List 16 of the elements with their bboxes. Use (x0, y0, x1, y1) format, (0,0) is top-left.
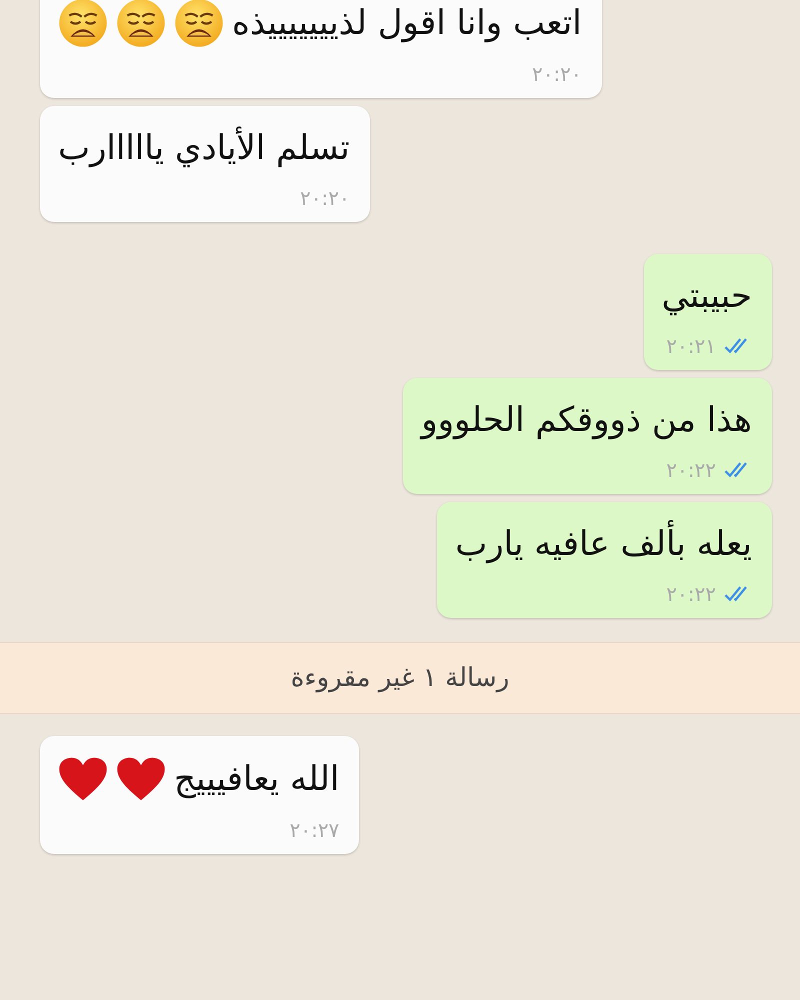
message-time: ٢٠:٢٠ (300, 186, 350, 210)
message-text: يعله بألف عافيه يارب (455, 520, 752, 568)
message-time: ٢٠:٢١ (666, 334, 716, 358)
weary-face-icon (174, 0, 224, 48)
message-text: الله يعافيييج (174, 758, 340, 801)
message-text: حبيبتي (662, 275, 752, 318)
weary-face-icon (116, 0, 166, 48)
unread-count-text: رسالة ١ غير مقروءة (290, 663, 510, 693)
message-time: ٢٠:٢٢ (666, 458, 716, 482)
message-time: ٢٠:٢٢ (666, 582, 716, 606)
message-text: تسلم الأيادي يااااارب (58, 126, 350, 170)
message-text: هذا من ذووقكم الحلووو (421, 399, 752, 442)
message-text: اتعب وانا اقول لذيييييييذه (232, 2, 582, 45)
message-time: ٢٠:٢٧ (290, 818, 340, 842)
message-time: ٢٠:٢٠ (532, 62, 582, 86)
weary-face-icon (58, 0, 108, 48)
